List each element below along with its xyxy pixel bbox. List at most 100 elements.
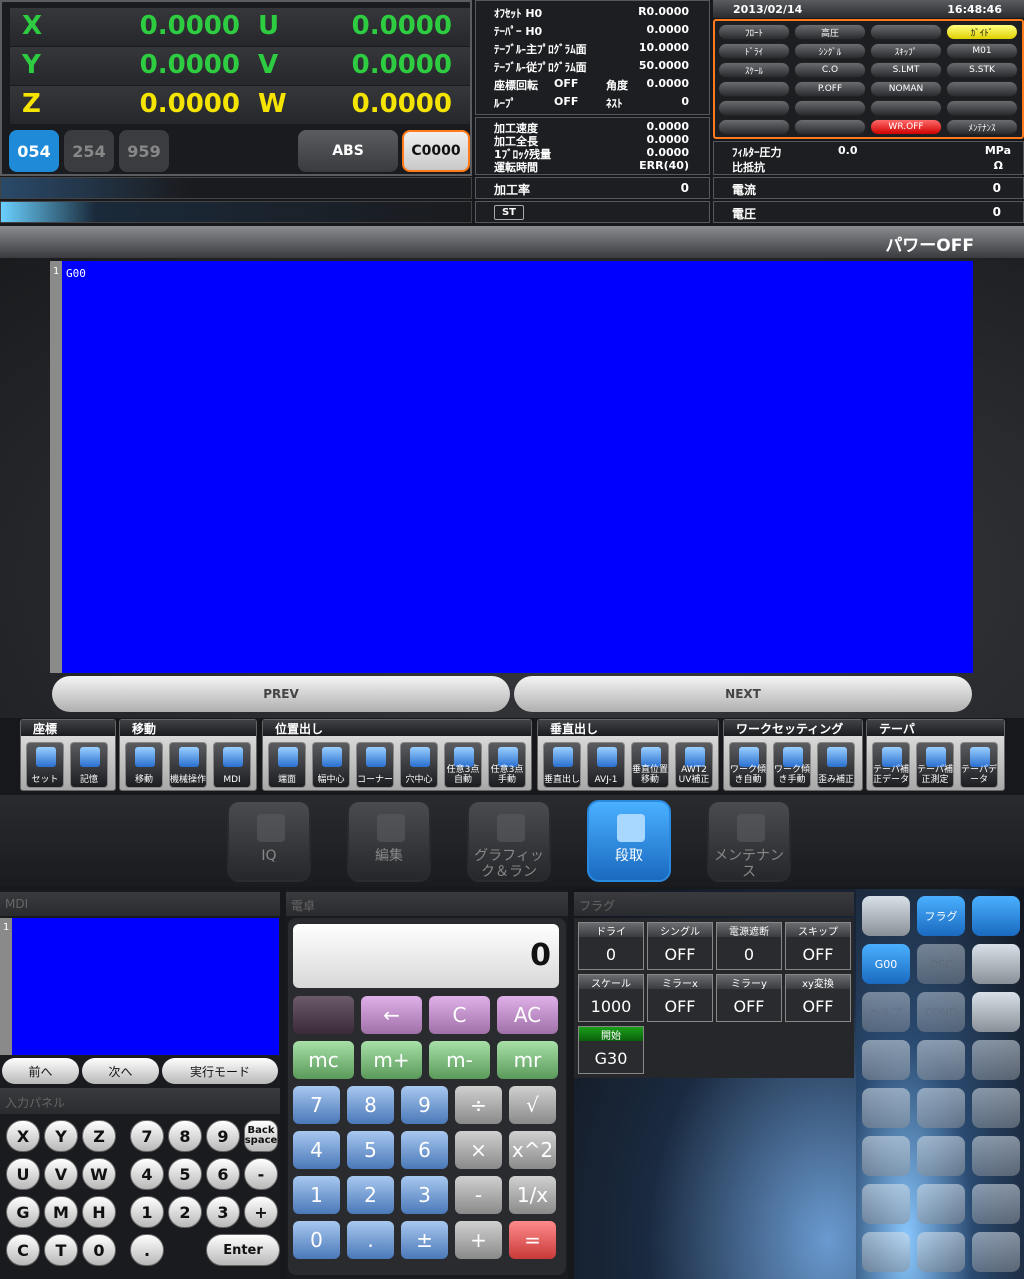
keypad-key[interactable]: 3 bbox=[206, 1196, 240, 1228]
c-code-button[interactable]: C0000 bbox=[402, 130, 470, 172]
keypad-key[interactable]: X bbox=[6, 1120, 40, 1152]
calculator-key[interactable]: 3 bbox=[401, 1176, 448, 1214]
mode-button[interactable]: S.LMT bbox=[870, 62, 942, 78]
keypad-key[interactable]: 1 bbox=[130, 1196, 164, 1228]
side-empty-button[interactable] bbox=[862, 1136, 910, 1176]
mode-button[interactable]: ｼﾝｸﾞﾙ bbox=[794, 43, 866, 59]
mode-button[interactable]: S.STK bbox=[946, 62, 1018, 78]
mode-button[interactable] bbox=[946, 81, 1018, 97]
calculator-key[interactable]: 0 bbox=[293, 1221, 340, 1259]
toolbar-button[interactable]: 垂直出し bbox=[543, 742, 581, 788]
side-empty-button[interactable] bbox=[917, 1088, 965, 1128]
mode-button[interactable] bbox=[718, 81, 790, 97]
toolbar-button[interactable]: 歪み補正 bbox=[817, 742, 855, 788]
side-button[interactable]: G00 bbox=[862, 944, 910, 984]
toolbar-button[interactable]: 幅中心 bbox=[312, 742, 350, 788]
side-empty-button[interactable] bbox=[972, 1232, 1020, 1272]
toolbar-button[interactable]: 任意3点手動 bbox=[488, 742, 526, 788]
flag-item[interactable]: スキップ OFF bbox=[785, 922, 851, 970]
keypad-key[interactable]: V bbox=[44, 1158, 78, 1190]
mode-button[interactable] bbox=[794, 119, 866, 135]
tab-button[interactable]: IQ bbox=[227, 800, 311, 882]
mode-button[interactable] bbox=[794, 100, 866, 116]
calculator-key[interactable]: 1 bbox=[293, 1176, 340, 1214]
calculator-key[interactable]: 5 bbox=[347, 1131, 394, 1169]
tab-button[interactable]: 段取 bbox=[587, 800, 671, 882]
calculator-key[interactable]: 7 bbox=[293, 1086, 340, 1124]
keypad-key[interactable]: 2 bbox=[168, 1196, 202, 1228]
keypad-key[interactable]: U bbox=[6, 1158, 40, 1190]
calculator-key[interactable]: = bbox=[509, 1221, 556, 1259]
mode-button[interactable]: ｶﾞｲﾄﾞ bbox=[946, 24, 1018, 40]
calculator-key[interactable]: m+ bbox=[361, 1041, 422, 1079]
next-button[interactable]: NEXT bbox=[514, 676, 972, 712]
flag-item[interactable]: ミラーy OFF bbox=[716, 974, 782, 1022]
work-254-button[interactable]: 254 bbox=[64, 130, 114, 172]
st-button[interactable]: ST bbox=[494, 205, 524, 220]
calculator-key[interactable]: . bbox=[347, 1221, 394, 1259]
mode-button[interactable]: ﾄﾞﾗｲ bbox=[718, 43, 790, 59]
calculator-key[interactable]: 8 bbox=[347, 1086, 394, 1124]
toolbar-button[interactable]: AVJ-1 bbox=[587, 742, 625, 788]
work-959-button[interactable]: 959 bbox=[119, 130, 169, 172]
side-empty-button[interactable] bbox=[917, 1232, 965, 1272]
keypad-key[interactable]: 5 bbox=[168, 1158, 202, 1190]
keypad-key[interactable]: 8 bbox=[168, 1120, 202, 1152]
calculator-key[interactable]: mr bbox=[497, 1041, 558, 1079]
toolbar-button[interactable]: ワーク傾き自動 bbox=[729, 742, 767, 788]
keypad-key[interactable]: Back space bbox=[244, 1120, 278, 1152]
calculator-key[interactable]: 2 bbox=[347, 1176, 394, 1214]
prev-button[interactable]: PREV bbox=[52, 676, 510, 712]
keypad-key[interactable]: Enter bbox=[206, 1234, 280, 1266]
mode-button[interactable] bbox=[718, 119, 790, 135]
toolbar-button[interactable]: テーパ補正データ bbox=[872, 742, 910, 788]
keypad-key[interactable]: 7 bbox=[130, 1120, 164, 1152]
flag-item[interactable]: 電源遮断 0 bbox=[716, 922, 782, 970]
program-editor[interactable]: G00 bbox=[62, 261, 973, 673]
side-button[interactable] bbox=[972, 944, 1020, 984]
side-empty-button[interactable] bbox=[862, 1040, 910, 1080]
tab-button[interactable]: グラフィック＆ラン bbox=[467, 800, 551, 882]
side-button[interactable] bbox=[862, 896, 910, 936]
abs-button[interactable]: ABS bbox=[298, 130, 398, 172]
toolbar-button[interactable]: セット bbox=[26, 742, 64, 788]
toolbar-button[interactable]: テーパデータ bbox=[960, 742, 998, 788]
mode-button[interactable]: ﾌﾛｰﾄ bbox=[718, 24, 790, 40]
side-button[interactable]: ヘルプ bbox=[862, 992, 910, 1032]
flag-item[interactable]: xy変換 OFF bbox=[785, 974, 851, 1022]
keypad-key[interactable]: Y bbox=[44, 1120, 78, 1152]
keypad-key[interactable]: T bbox=[44, 1234, 78, 1266]
toolbar-button[interactable]: ワーク傾き手動 bbox=[773, 742, 811, 788]
keypad-key[interactable]: 9 bbox=[206, 1120, 240, 1152]
calculator-key[interactable] bbox=[293, 996, 354, 1034]
keypad-key[interactable]: - bbox=[244, 1158, 278, 1190]
mode-button[interactable]: ｽｹｰﾙ bbox=[718, 62, 790, 78]
toolbar-button[interactable]: 穴中心 bbox=[400, 742, 438, 788]
flag-item[interactable]: シングル OFF bbox=[647, 922, 713, 970]
mode-button[interactable] bbox=[946, 100, 1018, 116]
side-empty-button[interactable] bbox=[972, 1184, 1020, 1224]
run-mode-button[interactable]: 実行モード bbox=[162, 1058, 278, 1084]
toolbar-button[interactable]: 移動 bbox=[125, 742, 163, 788]
side-empty-button[interactable] bbox=[917, 1136, 965, 1176]
calculator-key[interactable]: 1/x bbox=[509, 1176, 556, 1214]
calculator-key[interactable]: √ bbox=[509, 1086, 556, 1124]
keypad-key[interactable]: H bbox=[82, 1196, 116, 1228]
side-empty-button[interactable] bbox=[917, 1040, 965, 1080]
keypad-key[interactable]: . bbox=[130, 1234, 164, 1266]
toolbar-button[interactable]: 垂直位置移動 bbox=[631, 742, 669, 788]
calculator-key[interactable]: m- bbox=[429, 1041, 490, 1079]
side-button[interactable]: COND bbox=[917, 992, 965, 1032]
mode-button[interactable]: ｽｷｯﾌﾟ bbox=[870, 43, 942, 59]
mode-button[interactable]: NOMAN bbox=[870, 81, 942, 97]
side-empty-button[interactable] bbox=[862, 1184, 910, 1224]
toolbar-button[interactable]: AWT2 UV補正 bbox=[675, 742, 713, 788]
side-empty-button[interactable] bbox=[972, 1088, 1020, 1128]
calculator-key[interactable]: C bbox=[429, 996, 490, 1034]
work-054-button[interactable]: 054 bbox=[9, 130, 59, 172]
keypad-key[interactable]: W bbox=[82, 1158, 116, 1190]
side-empty-button[interactable] bbox=[917, 1184, 965, 1224]
side-empty-button[interactable] bbox=[972, 1040, 1020, 1080]
calculator-key[interactable]: ± bbox=[401, 1221, 448, 1259]
side-empty-button[interactable] bbox=[862, 1088, 910, 1128]
